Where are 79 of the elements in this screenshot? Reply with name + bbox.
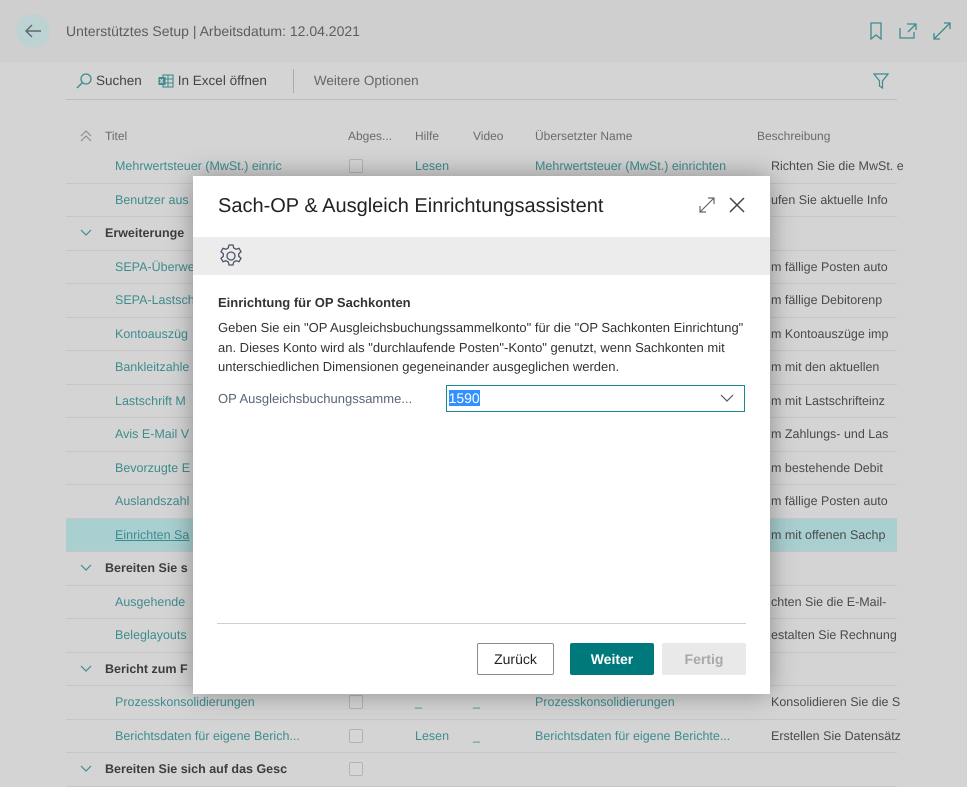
description-text: Richten Sie die MwSt. e: [771, 159, 904, 174]
excel-button[interactable]: In Excel öffnen: [148, 73, 273, 88]
description-text: m fällige Debitorenp: [771, 293, 882, 308]
back-arrow-icon: [24, 24, 42, 38]
title-link[interactable]: Auslandszahl: [115, 494, 190, 508]
description-text: m mit offenen Sachp: [771, 528, 886, 542]
help-link[interactable]: _: [415, 695, 422, 710]
expand-icon[interactable]: [933, 22, 951, 40]
description-text: m Zahlungs- und Las: [771, 427, 888, 442]
translated-name-link[interactable]: Mehrwertsteuer (MwSt.) einrichten: [535, 159, 726, 174]
title-link[interactable]: Berichtsdaten für eigene Berich...: [115, 728, 300, 743]
title-link[interactable]: Avis E-Mail V: [115, 427, 190, 442]
column-header[interactable]: Beschreibung: [757, 129, 897, 143]
filter-icon[interactable]: [873, 72, 889, 88]
group-title: Erweiterunge: [105, 226, 184, 240]
more-options-button[interactable]: Weitere Optionen: [314, 73, 873, 88]
column-header[interactable]: Titel: [105, 129, 348, 143]
column-header[interactable]: Hilfe: [415, 129, 473, 143]
description-text: chten Sie die E-Mail-: [771, 594, 886, 609]
checkbox[interactable]: [349, 159, 363, 174]
description-text: m Kontoauszüge imp: [771, 326, 888, 341]
description-text: estalten Sie Rechnung: [771, 628, 897, 642]
back-button[interactable]: [16, 14, 50, 48]
open-in-new-window-icon[interactable]: [899, 23, 917, 39]
group-title: Bereiten Sie sich auf das Gesc: [105, 762, 288, 776]
title-link[interactable]: Einrichten Sa: [115, 528, 190, 542]
account-dropdown[interactable]: 1590: [446, 384, 745, 412]
dialog-title: Sach-OP & Ausgleich Einrichtungsassistent: [218, 195, 604, 218]
video-link[interactable]: _: [473, 728, 480, 743]
spreadsheet-icon: [158, 74, 174, 88]
description-text: Konsolidieren Sie die S: [771, 695, 900, 710]
description-text: m fällige Posten auto: [771, 494, 888, 508]
title-link[interactable]: Beleglayouts: [115, 628, 187, 642]
group-title: Bereiten Sie s: [105, 561, 188, 576]
column-header[interactable]: Abges...: [348, 129, 415, 143]
bookmark-icon[interactable]: [869, 22, 883, 40]
search-icon: [76, 72, 92, 88]
description-text: m mit Lastschrifteinz: [771, 394, 885, 408]
column-header[interactable]: Übersetzter Name: [535, 129, 757, 143]
search-button[interactable]: Suchen: [66, 72, 148, 88]
description-text: m fällige Posten auto: [771, 260, 888, 274]
chevron-icon[interactable]: [80, 564, 92, 572]
expand-icon: [699, 197, 715, 213]
title-link[interactable]: Kontoauszüg: [115, 326, 188, 341]
collapse-all-icon[interactable]: [80, 130, 92, 142]
title-link[interactable]: Prozesskonsolidierungen: [115, 695, 255, 710]
translated-name-link[interactable]: Prozesskonsolidierungen: [535, 695, 675, 710]
video-link[interactable]: _: [473, 695, 480, 710]
title-link[interactable]: SEPA-Lastsch: [115, 293, 195, 308]
title-link[interactable]: SEPA-Überwe: [115, 260, 195, 274]
description-text: ufen Sie aktuelle Info: [771, 192, 888, 207]
title-link[interactable]: Bankleitzahle: [115, 360, 190, 374]
chevron-icon[interactable]: [80, 664, 92, 673]
secondary-button[interactable]: Zurück: [477, 643, 554, 675]
primary-button[interactable]: Weiter: [570, 643, 654, 675]
checkbox[interactable]: [349, 762, 363, 776]
instruction-text: Geben Sie ein "OP Ausgleichsbuchungssammelkonto" für die "OP Sachkonten Einrichtung" an. Dieses Konto wird als "durchlaufende Posten"-Konto" genutzt, wenn Sachkonten mit unterschiedlichen Dimensionen gegeneinander ausgeglichen werden.: [218, 319, 744, 376]
title-link[interactable]: Mehrwertsteuer (MwSt.) einric: [115, 159, 282, 174]
checkbox[interactable]: [349, 728, 363, 743]
page-title: Unterstütztes Setup | Arbeitsdatum: 12.04.2021: [66, 23, 361, 39]
column-header[interactable]: Video: [473, 129, 535, 143]
description-text: m bestehende Debit: [771, 460, 883, 475]
section-heading: Einrichtung für OP Sachkonten: [218, 295, 412, 310]
chevron-icon[interactable]: [80, 229, 92, 238]
title-link[interactable]: Bevorzugte E: [115, 460, 190, 475]
title-link[interactable]: Lastschrift M: [115, 394, 186, 408]
help-link[interactable]: Lesen: [415, 728, 450, 743]
title-link[interactable]: Benutzer aus: [115, 192, 189, 207]
description-text: Erstellen Sie Datensätz: [771, 728, 901, 743]
field-label: OP Ausgleichsbuchungssamme...: [218, 390, 414, 406]
help-link[interactable]: Lesen: [415, 159, 450, 174]
chevron-icon[interactable]: [80, 765, 92, 774]
description-text: m mit den aktuellen: [771, 360, 880, 374]
checkbox[interactable]: [349, 695, 363, 710]
chevron-down-icon: [720, 394, 734, 402]
translated-name-link[interactable]: Berichtsdaten für eigene Berichte...: [535, 728, 730, 743]
close-icon: [729, 197, 745, 213]
title-link[interactable]: Ausgehende: [115, 594, 186, 609]
group-title: Bericht zum F: [105, 662, 188, 676]
